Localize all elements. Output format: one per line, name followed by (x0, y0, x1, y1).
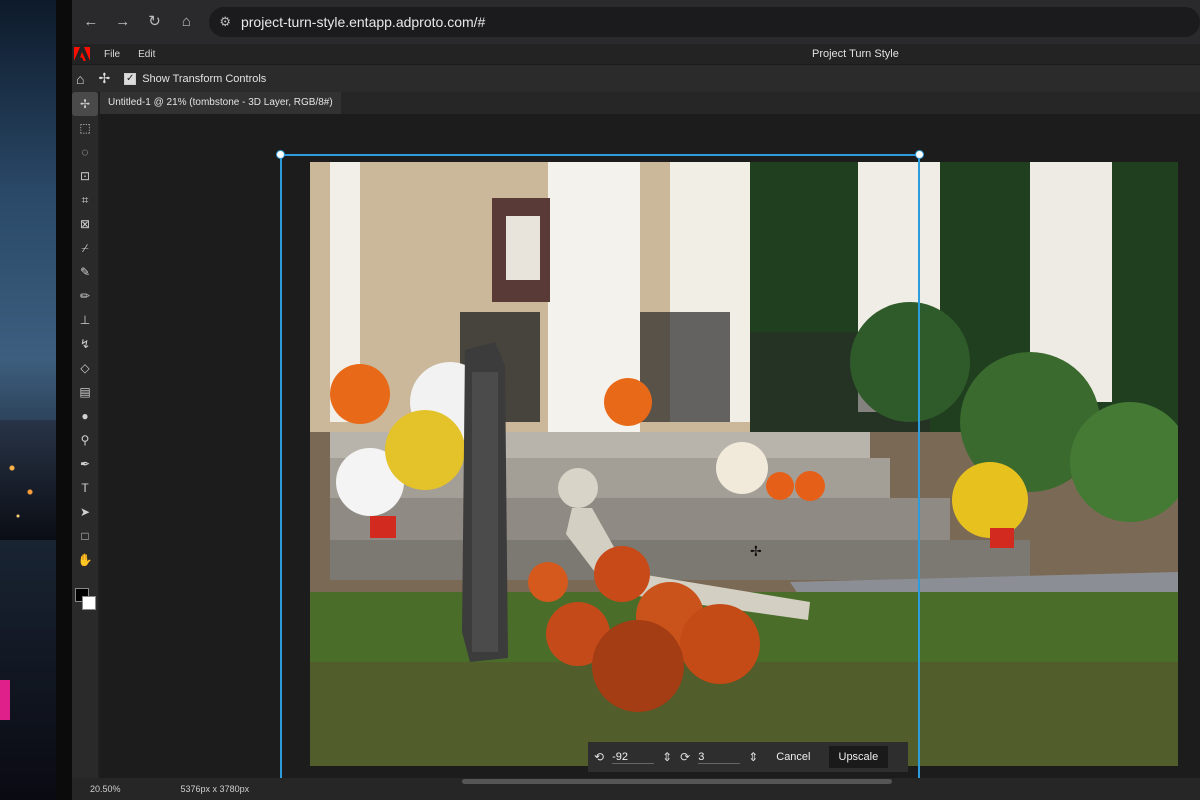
back-icon[interactable]: ← (82, 13, 100, 31)
eraser-tool-icon[interactable]: ◇ (72, 356, 98, 380)
city-lights (0, 420, 60, 540)
blur-tool-icon[interactable]: ● (72, 404, 98, 428)
screen: ← → ↻ ⌂ ⚙ project-turn-style.entapp.adpr… (0, 0, 1200, 800)
options-bar: ⌂ ✢ ✓ Show Transform Controls (72, 64, 1200, 92)
dodge-tool-icon[interactable]: ⚲ (72, 428, 98, 452)
scale-value-input[interactable]: 3 (698, 751, 741, 764)
transform-bounding-box[interactable] (276, 150, 924, 794)
workspace: ✢ ⬚ ◌ ⊡ ⌗ ⊠ ⌿ ✎ ✏ ⊥ ↯ ◇ ▤ ● ⚲ ✒ T ➤ □ ✋ Untitled-1 @ 21% (t… (72, 92, 1200, 800)
home-icon[interactable]: ⌂ (76, 71, 84, 87)
desktop-sign (0, 680, 10, 720)
rotate-value-input[interactable]: -92 (612, 751, 655, 764)
type-tool-icon[interactable]: T (72, 476, 98, 500)
app-menubar: File Edit Project Turn Style (72, 44, 1200, 64)
menu-file[interactable]: File (104, 49, 120, 60)
history-brush-tool-icon[interactable]: ↯ (72, 332, 98, 356)
transform-handle-top-right[interactable] (915, 150, 924, 159)
canvas-area[interactable]: ✢ ⟲ -92 ⇕ ⟳ 3 ⇕ Cancel Upscale (100, 114, 1200, 794)
transform-bar: ⟲ -92 ⇕ ⟳ 3 ⇕ Cancel Upscale (588, 742, 908, 772)
lasso-tool-icon[interactable]: ◌ (72, 140, 98, 164)
upscale-button[interactable]: Upscale (828, 746, 889, 768)
frame-tool-icon[interactable]: ⊠ (72, 212, 98, 236)
document-tabs: Untitled-1 @ 21% (tombstone - 3D Layer, … (100, 92, 1200, 114)
show-transform-label: Show Transform Controls (142, 72, 267, 85)
object-select-tool-icon[interactable]: ⊡ (72, 164, 98, 188)
crop-tool-icon[interactable]: ⌗ (72, 188, 98, 212)
forward-icon[interactable]: → (114, 13, 132, 31)
marquee-tool-icon[interactable]: ⬚ (72, 116, 98, 140)
document-dimensions: 5376px x 3780px (180, 784, 250, 794)
path-select-tool-icon[interactable]: ➤ (72, 500, 98, 524)
document-tab[interactable]: Untitled-1 @ 21% (tombstone - 3D Layer, … (100, 92, 341, 114)
brush-tool-icon[interactable]: ✏ (72, 284, 98, 308)
rotate-icon: ⟲ (594, 750, 605, 764)
browser-window: ← → ↻ ⌂ ⚙ project-turn-style.entapp.adpr… (72, 0, 1200, 800)
home-icon[interactable]: ⌂ (177, 13, 195, 31)
color-swatches[interactable] (72, 572, 98, 622)
shape-tool-icon[interactable]: □ (72, 524, 98, 548)
app-title: Project Turn Style (812, 48, 899, 60)
move-tool-icon[interactable]: ✢ (72, 92, 98, 116)
hand-tool-icon[interactable]: ✋ (72, 548, 98, 572)
zoom-level: 20.50% (90, 784, 121, 794)
monitor-bezel (56, 0, 72, 800)
background-color-swatch[interactable] (82, 596, 96, 610)
cancel-button[interactable]: Cancel (766, 746, 820, 768)
site-settings-icon[interactable]: ⚙ (219, 14, 231, 30)
gradient-tool-icon[interactable]: ▤ (72, 380, 98, 404)
horizontal-scrollbar[interactable] (462, 779, 892, 784)
adobe-logo-icon (74, 47, 90, 61)
stepper-icon[interactable]: ⇕ (662, 750, 672, 764)
pen-tool-icon[interactable]: ✒ (72, 452, 98, 476)
scale-icon: ⟳ (680, 750, 691, 764)
transform-handle-top-left[interactable] (276, 150, 285, 159)
stamp-tool-icon[interactable]: ⊥ (72, 308, 98, 332)
address-bar[interactable]: ⚙ project-turn-style.entapp.adproto.com/… (209, 7, 1200, 37)
menu-edit[interactable]: Edit (138, 49, 155, 60)
move-icon[interactable]: ✢ (98, 70, 110, 87)
show-transform-checkbox[interactable]: ✓ (124, 72, 137, 85)
tools-panel: ✢ ⬚ ◌ ⊡ ⌗ ⊠ ⌿ ✎ ✏ ⊥ ↯ ◇ ▤ ● ⚲ ✒ T ➤ □ ✋ (72, 92, 98, 800)
browser-toolbar: ← → ↻ ⌂ ⚙ project-turn-style.entapp.adpr… (72, 0, 1200, 44)
eyedropper-tool-icon[interactable]: ⌿ (72, 236, 98, 260)
reload-icon[interactable]: ↻ (146, 13, 164, 31)
healing-tool-icon[interactable]: ✎ (72, 260, 98, 284)
stepper-icon[interactable]: ⇕ (748, 750, 758, 764)
url-text: project-turn-style.entapp.adproto.com/# (240, 14, 486, 30)
